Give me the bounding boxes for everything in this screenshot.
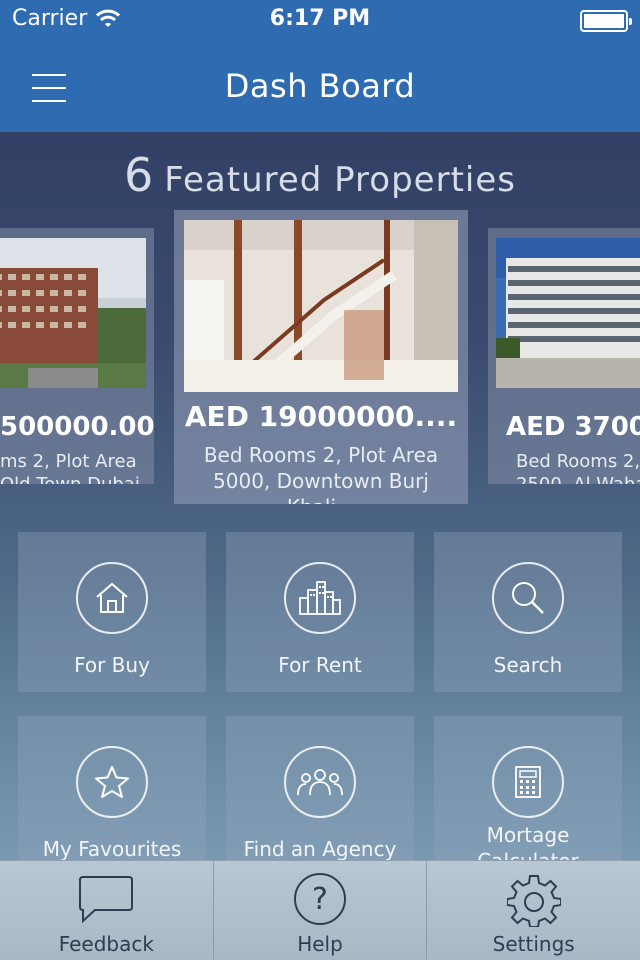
featured-carousel[interactable]: 500000.00 ms 2, Plot Area Old Town Dubai… — [0, 210, 640, 510]
featured-title: Featured Properties — [164, 160, 516, 200]
status-bar: Carrier 6:17 PM — [0, 0, 640, 40]
tile-for-buy[interactable]: For Buy — [18, 532, 206, 692]
tab-help[interactable]: ? Help — [214, 861, 428, 960]
tile-label: Find an Agency — [243, 837, 397, 861]
property-photo — [496, 238, 640, 388]
tile-label: For Buy — [74, 653, 150, 677]
property-desc-line: 2500, Al Waha — [516, 473, 640, 484]
property-card[interactable]: AED 19000000.... Bed Rooms 2, Plot Area … — [174, 210, 468, 504]
tile-label: Search — [493, 653, 563, 677]
tile-label: My Favourites — [42, 837, 182, 861]
people-icon — [284, 746, 356, 818]
tile-search[interactable]: Search — [434, 532, 622, 692]
gear-icon — [505, 873, 562, 931]
nav-bar: Dash Board — [0, 40, 640, 132]
property-price: 500000.00 — [0, 412, 154, 442]
tab-label: Help — [297, 932, 343, 956]
featured-count: 6 — [124, 148, 155, 202]
property-price: AED 37000 — [506, 412, 640, 442]
city-icon — [284, 562, 356, 634]
house-icon — [76, 562, 148, 634]
calculator-icon — [492, 746, 564, 818]
property-price: AED 19000000.... — [184, 400, 458, 433]
property-description: Bed Rooms 2, P 2500, Al Waha — [488, 450, 640, 484]
hamburger-menu-icon[interactable] — [32, 74, 66, 104]
svg-text:?: ? — [312, 882, 328, 917]
page-title: Dash Board — [224, 67, 416, 105]
search-icon — [492, 562, 564, 634]
property-photo — [184, 220, 458, 392]
tab-feedback[interactable]: Feedback — [0, 861, 214, 960]
question-icon: ? — [292, 871, 348, 931]
property-desc-line: Bed Rooms 2, Plot Area — [203, 443, 439, 467]
property-desc-line: Bed Rooms 2, P — [516, 451, 640, 472]
property-desc-line: Old Town Dubai,... — [0, 473, 154, 484]
tile-label: For Rent — [278, 653, 362, 677]
bottom-tab-bar: Feedback ? Help Settings — [0, 860, 640, 960]
tab-label: Feedback — [58, 932, 154, 956]
star-icon — [76, 746, 148, 818]
tab-label: Settings — [492, 932, 575, 956]
tile-for-rent[interactable]: For Rent — [226, 532, 414, 692]
property-card[interactable]: AED 37000 Bed Rooms 2, P 2500, Al Waha — [488, 228, 640, 484]
status-time: 6:17 PM — [269, 6, 371, 31]
property-desc-line: ms 2, Plot Area — [0, 451, 137, 472]
featured-heading: 6 Featured Properties — [0, 148, 640, 202]
property-card[interactable]: 500000.00 ms 2, Plot Area Old Town Dubai… — [0, 228, 154, 484]
battery-icon — [580, 10, 632, 32]
tile-find-an-agency[interactable]: Find an Agency — [226, 716, 414, 876]
tile-mortgage-calculator[interactable]: Mortage Calculator — [434, 716, 622, 876]
property-photo — [0, 238, 146, 388]
tab-settings[interactable]: Settings — [427, 861, 640, 960]
property-description: ms 2, Plot Area Old Town Dubai,... — [0, 450, 154, 484]
property-desc-line: 5000, Downtown Burj Khali... — [213, 469, 429, 504]
property-description: Bed Rooms 2, Plot Area 5000, Downtown Bu… — [174, 442, 468, 504]
speech-bubble-icon — [77, 873, 135, 929]
tile-my-favourites[interactable]: My Favourites — [18, 716, 206, 876]
